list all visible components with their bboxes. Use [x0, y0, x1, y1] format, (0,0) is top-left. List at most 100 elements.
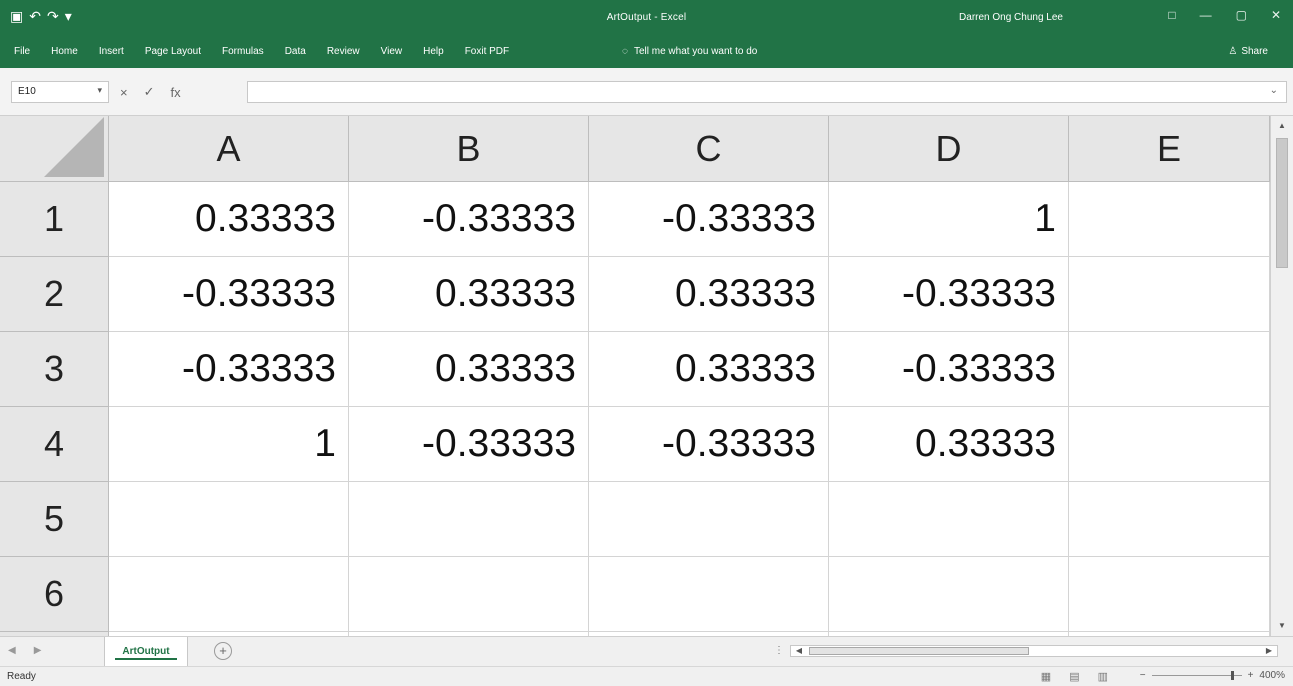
horizontal-scroll-thumb[interactable]	[809, 647, 1029, 655]
tab-insert[interactable]: Insert	[99, 46, 124, 57]
scroll-right-icon[interactable]: ▶	[1263, 646, 1275, 656]
zoom-control: − + 400%	[1140, 670, 1285, 681]
add-sheet-button[interactable]: +	[214, 642, 232, 660]
tab-formulas[interactable]: Formulas	[222, 46, 264, 57]
lightbulb-icon: ◌	[622, 46, 628, 57]
tab-file[interactable]: File	[14, 46, 30, 57]
tab-page-layout[interactable]: Page Layout	[145, 46, 201, 57]
row-header-6[interactable]: 6	[0, 557, 109, 632]
formula-input[interactable]: ⌄	[247, 81, 1287, 103]
enter-icon[interactable]: ✓	[144, 84, 155, 100]
cell-a4[interactable]: 1	[109, 407, 349, 482]
page-break-view-icon[interactable]: ▥	[1098, 670, 1108, 683]
scroll-left-icon[interactable]: ◀	[793, 646, 805, 656]
column-header-c[interactable]: C	[589, 116, 829, 182]
sheet-tab-artoutput[interactable]: ArtOutput	[104, 637, 188, 666]
split-handle-icon[interactable]: ⋮	[774, 645, 784, 656]
person-icon: ♙	[1228, 46, 1238, 57]
vertical-scrollbar[interactable]: ▲ ▼	[1270, 116, 1293, 636]
name-box[interactable]: E10 ▾	[11, 81, 109, 103]
cell-c1[interactable]: -0.33333	[589, 182, 829, 257]
cell-e5[interactable]	[1069, 482, 1270, 557]
next-sheet-icon[interactable]: ▶	[34, 645, 42, 656]
row-header-5[interactable]: 5	[0, 482, 109, 557]
row-header-4[interactable]: 4	[0, 407, 109, 482]
ribbon-display-icon[interactable]: □	[1168, 8, 1175, 22]
normal-view-icon[interactable]: ▦	[1041, 670, 1051, 683]
cell-d4[interactable]: 0.33333	[829, 407, 1069, 482]
view-icons: ▦ ▤ ▥	[1041, 670, 1108, 683]
column-header-b[interactable]: B	[349, 116, 589, 182]
cell-c5[interactable]	[589, 482, 829, 557]
share-label: Share	[1241, 46, 1268, 57]
page-layout-view-icon[interactable]: ▤	[1069, 670, 1079, 683]
ribbon-tab-list: File Home Insert Page Layout Formulas Da…	[14, 46, 509, 57]
share-button[interactable]: ♙ Share	[1228, 46, 1268, 57]
row-header-2[interactable]: 2	[0, 257, 109, 332]
zoom-out-icon[interactable]: −	[1140, 670, 1146, 681]
previous-sheet-icon[interactable]: ◀	[8, 645, 16, 656]
cell-e1[interactable]	[1069, 182, 1270, 257]
cell-a1[interactable]: 0.33333	[109, 182, 349, 257]
insert-function-icon[interactable]: fx	[171, 85, 181, 100]
restore-icon[interactable]: ▢	[1236, 8, 1247, 22]
cell-d2[interactable]: -0.33333	[829, 257, 1069, 332]
expand-formula-bar-icon[interactable]: ⌄	[1270, 85, 1278, 96]
cell-c2[interactable]: 0.33333	[589, 257, 829, 332]
cell-a3[interactable]: -0.33333	[109, 332, 349, 407]
zoom-in-icon[interactable]: +	[1248, 670, 1254, 681]
tell-me-search[interactable]: ◌ Tell me what you want to do	[622, 46, 757, 57]
cell-c4[interactable]: -0.33333	[589, 407, 829, 482]
scroll-down-icon[interactable]: ▼	[1276, 620, 1288, 632]
cell-a5[interactable]	[109, 482, 349, 557]
column-header-d[interactable]: D	[829, 116, 1069, 182]
sheet-tabs-bar: ◀ ▶ ArtOutput + ⋮ ◀ ▶	[0, 636, 1293, 666]
cancel-icon[interactable]: ×	[120, 85, 128, 100]
cell-b4[interactable]: -0.33333	[349, 407, 589, 482]
vertical-scroll-thumb[interactable]	[1276, 138, 1288, 268]
minimize-icon[interactable]: —	[1200, 8, 1212, 22]
cell-e2[interactable]	[1069, 257, 1270, 332]
row-header-1[interactable]: 1	[0, 182, 109, 257]
cell-c6[interactable]	[589, 557, 829, 632]
cell-e6[interactable]	[1069, 557, 1270, 632]
status-ready: Ready	[7, 671, 36, 682]
user-name[interactable]: Darren Ong Chung Lee	[959, 12, 1063, 23]
tab-review[interactable]: Review	[327, 46, 360, 57]
column-header-a[interactable]: A	[109, 116, 349, 182]
row-header-3[interactable]: 3	[0, 332, 109, 407]
tab-data[interactable]: Data	[285, 46, 306, 57]
ribbon-tabs: File Home Insert Page Layout Formulas Da…	[0, 38, 1293, 68]
tab-view[interactable]: View	[381, 46, 403, 57]
scroll-up-icon[interactable]: ▲	[1276, 120, 1288, 132]
cell-b1[interactable]: -0.33333	[349, 182, 589, 257]
cell-d1[interactable]: 1	[829, 182, 1069, 257]
cell-d6[interactable]	[829, 557, 1069, 632]
cell-a6[interactable]	[109, 557, 349, 632]
select-all-corner[interactable]	[0, 116, 109, 182]
column-header-e[interactable]: E	[1069, 116, 1270, 182]
cell-e3[interactable]	[1069, 332, 1270, 407]
zoom-slider[interactable]	[1151, 671, 1242, 680]
dropdown-icon[interactable]: ▾	[97, 85, 102, 96]
spreadsheet-grid: A B C D E 1 2 3 4 5 6 0.33333 -0.33333 -…	[0, 116, 1270, 636]
horizontal-scrollbar[interactable]: ◀ ▶	[790, 645, 1278, 657]
cell-d5[interactable]	[829, 482, 1069, 557]
close-icon[interactable]: ✕	[1271, 8, 1281, 22]
cell-c3[interactable]: 0.33333	[589, 332, 829, 407]
tab-help[interactable]: Help	[423, 46, 444, 57]
cell-d3[interactable]: -0.33333	[829, 332, 1069, 407]
cell-b5[interactable]	[349, 482, 589, 557]
zoom-slider-thumb[interactable]	[1230, 671, 1234, 680]
tell-me-label: Tell me what you want to do	[633, 46, 758, 57]
cell-b2[interactable]: 0.33333	[349, 257, 589, 332]
cell-b6[interactable]	[349, 557, 589, 632]
tab-home[interactable]: Home	[51, 46, 78, 57]
zoom-level[interactable]: 400%	[1259, 670, 1285, 681]
cell-b3[interactable]: 0.33333	[349, 332, 589, 407]
cell-a2[interactable]: -0.33333	[109, 257, 349, 332]
window-title: ArtOutput - Excel	[606, 12, 687, 23]
excel-title-ribbon: ▣ ↶ ↷ ▾ ArtOutput - Excel Darren Ong Chu…	[0, 0, 1293, 68]
tab-foxit-pdf[interactable]: Foxit PDF	[465, 46, 509, 57]
cell-e4[interactable]	[1069, 407, 1270, 482]
